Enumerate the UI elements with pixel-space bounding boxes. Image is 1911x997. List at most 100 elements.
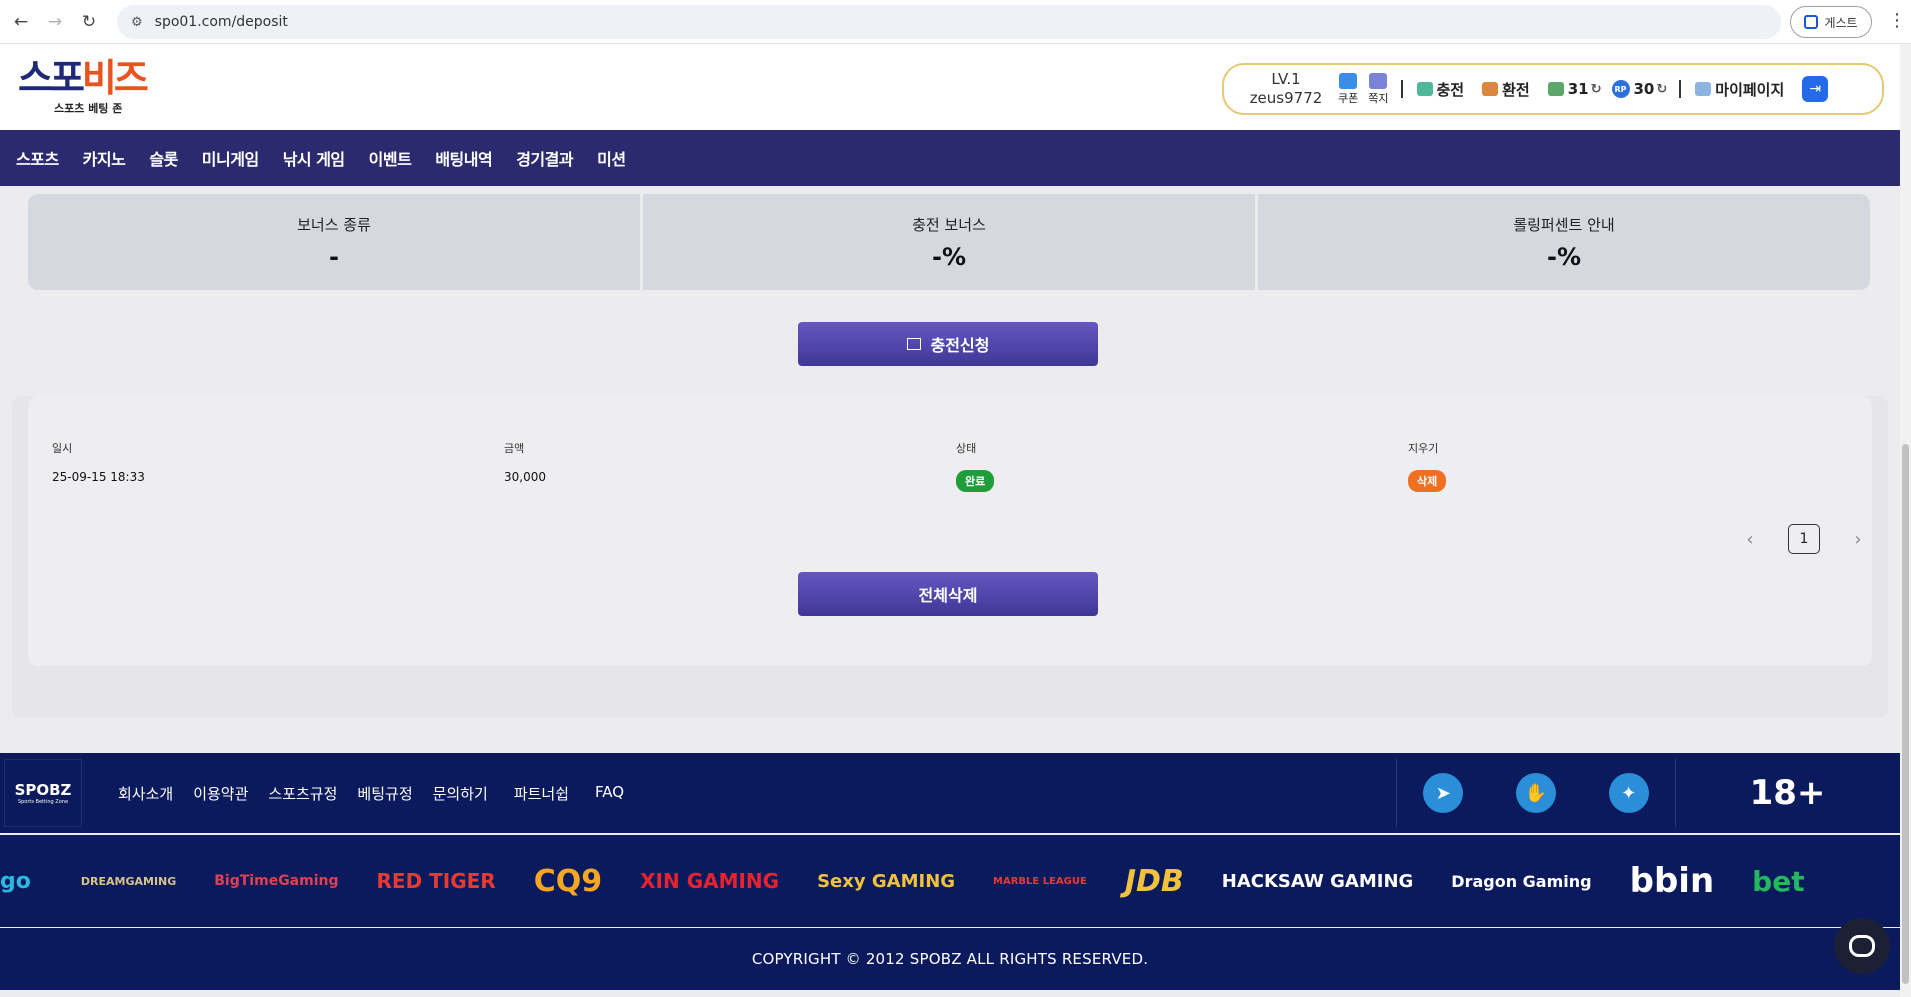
thumbs-up-icon xyxy=(906,338,921,350)
footer-social-icons: ➤ ✋ ✦ xyxy=(1396,759,1676,827)
bonus-info-row: 보너스 종류 - 충전 보너스 -% 롤링퍼센트 안내 -% xyxy=(28,194,1870,290)
message-label: 쪽지 xyxy=(1368,91,1389,105)
coupon-icon xyxy=(1339,72,1358,89)
logout-icon: ⇥ xyxy=(1809,81,1822,97)
rolling-percent-value: -% xyxy=(1546,242,1581,271)
logo-subtitle: 스포츠 베팅 존 xyxy=(54,102,123,115)
nav-item-slot[interactable]: 슬롯 xyxy=(149,146,178,170)
cash-balance: 31 ↻ xyxy=(1547,80,1602,98)
profile-icon xyxy=(1804,15,1819,29)
refresh-cash-icon[interactable]: ↻ xyxy=(1591,82,1602,97)
footer-logo-sub: Sports Betting Zone xyxy=(17,799,69,805)
provider-logo: bet xyxy=(1752,864,1805,898)
provider-logo: BigTimeGaming xyxy=(214,873,339,889)
provider-logo: HACKSAW GAMING xyxy=(1221,870,1414,892)
envelope-icon xyxy=(1369,72,1388,89)
address-bar[interactable]: ⚙ spo01.com/deposit xyxy=(117,5,1781,39)
nav-item-bet-history[interactable]: 배팅내역 xyxy=(435,146,492,170)
footer-link-faq[interactable]: FAQ xyxy=(595,783,624,804)
footer-link-partnership[interactable]: 파트너쉽 xyxy=(514,783,569,804)
bonus-type-value: - xyxy=(329,242,339,271)
row-date: 25-09-15 18:33 xyxy=(52,470,145,484)
menu-kebab-icon[interactable]: ⋮ xyxy=(1888,10,1906,31)
thumbs-up-icon[interactable]: ✋ xyxy=(1515,773,1556,813)
copyright-text: COPYRIGHT © 2012 SPOBZ ALL RIGHTS RESERV… xyxy=(0,928,1900,990)
message-button[interactable]: 쪽지 xyxy=(1368,72,1389,106)
col-delete: 지우기 삭제 xyxy=(1408,440,1447,492)
point-value: 30 xyxy=(1633,80,1655,98)
nav-item-minigame[interactable]: 미니게임 xyxy=(202,146,259,170)
footer-link-terms[interactable]: 이용약관 xyxy=(193,783,248,804)
user-level: LV.1 xyxy=(1271,70,1301,88)
bonus-type-label: 보너스 종류 xyxy=(297,215,371,234)
coupon-button[interactable]: 쿠폰 xyxy=(1338,72,1359,106)
prev-page-icon[interactable]: ‹ xyxy=(1740,529,1760,550)
footer-top: SPOBZ Sports Betting Zone 회사소개 이용약관 스포츠규… xyxy=(0,753,1900,833)
url-text: spo01.com/deposit xyxy=(154,14,288,30)
user-level-block: LV.1 zeus9772 xyxy=(1244,70,1328,108)
charge-link[interactable]: 충전 xyxy=(1416,79,1465,100)
charge-label: 충전 xyxy=(1436,80,1465,99)
reload-icon[interactable]: ↻ xyxy=(76,9,102,35)
deposit-request-button[interactable]: 충전신청 xyxy=(798,322,1098,366)
page-scrollbar[interactable] xyxy=(1900,44,1911,997)
footer-logo-text: SPOBZ xyxy=(14,781,72,799)
logo-part1: 스포 xyxy=(18,56,85,100)
rolling-percent-box: 롤링퍼센트 안내 -% xyxy=(1258,194,1870,290)
bonus-type-box: 보너스 종류 - xyxy=(28,194,640,290)
charge-bonus-label: 충전 보너스 xyxy=(912,215,986,234)
deposit-request-label: 충전신청 xyxy=(930,336,990,355)
exchange-label: 환전 xyxy=(1502,80,1530,99)
col-status: 상태 완료 xyxy=(956,440,995,492)
site-logo[interactable]: 스포비즈 스포츠 베팅 존 xyxy=(18,56,149,116)
delete-row-button[interactable]: 삭제 xyxy=(1408,470,1447,492)
nav-item-event[interactable]: 이벤트 xyxy=(369,146,412,170)
header-delete: 지우기 xyxy=(1408,442,1439,455)
mypage-label: 마이페이지 xyxy=(1715,80,1785,99)
deposit-history-section: 일시 25-09-15 18:33 금액 30,000 상태 완료 지우기 삭제… xyxy=(12,396,1888,718)
charge-bonus-box: 충전 보너스 -% xyxy=(643,194,1255,290)
rolling-percent-label: 롤링퍼센트 안내 xyxy=(1513,215,1615,234)
guest-label: 게스트 xyxy=(1824,15,1858,30)
charge-bonus-value: -% xyxy=(931,242,966,271)
mypage-link[interactable]: 마이페이지 xyxy=(1695,79,1784,100)
cash-value: 31 xyxy=(1567,80,1589,98)
point-balance: RP 30 ↻ xyxy=(1611,80,1667,98)
cash-icon xyxy=(1547,82,1564,96)
provider-logo: MARBLE LEAGUE xyxy=(993,875,1087,887)
divider xyxy=(1679,80,1682,98)
nav-item-sports[interactable]: 스포츠 xyxy=(16,146,59,170)
footer-links: 회사소개 이용약관 스포츠규정 베팅규정 문의하기 파트너쉽 FAQ xyxy=(118,783,644,804)
exchange-link[interactable]: 환전 xyxy=(1482,79,1530,100)
footer-link-contact[interactable]: 문의하기 xyxy=(433,783,488,804)
row-amount: 30,000 xyxy=(504,470,546,484)
refresh-point-icon[interactable]: ↻ xyxy=(1656,82,1667,97)
nav-item-fishing[interactable]: 낚시 게임 xyxy=(283,146,345,170)
folder-icon xyxy=(1695,82,1712,96)
footer-link-about[interactable]: 회사소개 xyxy=(118,783,173,804)
nav-item-mission[interactable]: 미션 xyxy=(597,146,626,170)
footer-logo[interactable]: SPOBZ Sports Betting Zone xyxy=(4,759,82,827)
footer-link-sports-rules[interactable]: 스포츠규정 xyxy=(268,783,337,804)
guest-profile-button[interactable]: 게스트 xyxy=(1790,6,1872,38)
status-badge: 완료 xyxy=(956,470,995,492)
handshake-icon[interactable]: ✦ xyxy=(1608,773,1649,813)
logout-button[interactable]: ⇥ xyxy=(1802,76,1829,102)
site-info-icon[interactable]: ⚙ xyxy=(131,15,143,30)
header-date: 일시 xyxy=(52,442,73,455)
live-chat-button[interactable] xyxy=(1834,918,1890,974)
nav-item-results[interactable]: 경기결과 xyxy=(516,146,573,170)
delete-all-button[interactable]: 전체삭제 xyxy=(798,572,1098,616)
back-icon[interactable]: ← xyxy=(8,9,34,35)
scroll-thumb[interactable] xyxy=(1902,444,1909,984)
nav-item-casino[interactable]: 카지노 xyxy=(83,146,126,170)
next-page-icon[interactable]: › xyxy=(1848,529,1868,550)
footer-link-betting-rules[interactable]: 베팅규정 xyxy=(357,783,412,804)
forward-icon[interactable]: → xyxy=(42,9,68,35)
game-provider-strip: go DREAMGAMING BigTimeGaming RED TIGER C… xyxy=(0,835,1900,927)
coupon-label: 쿠폰 xyxy=(1338,91,1359,105)
telegram-icon[interactable]: ➤ xyxy=(1423,773,1464,813)
page-number-current[interactable]: 1 xyxy=(1788,524,1820,554)
provider-logo: XIN GAMING xyxy=(640,869,780,893)
provider-logo: RED TIGER xyxy=(376,869,496,893)
